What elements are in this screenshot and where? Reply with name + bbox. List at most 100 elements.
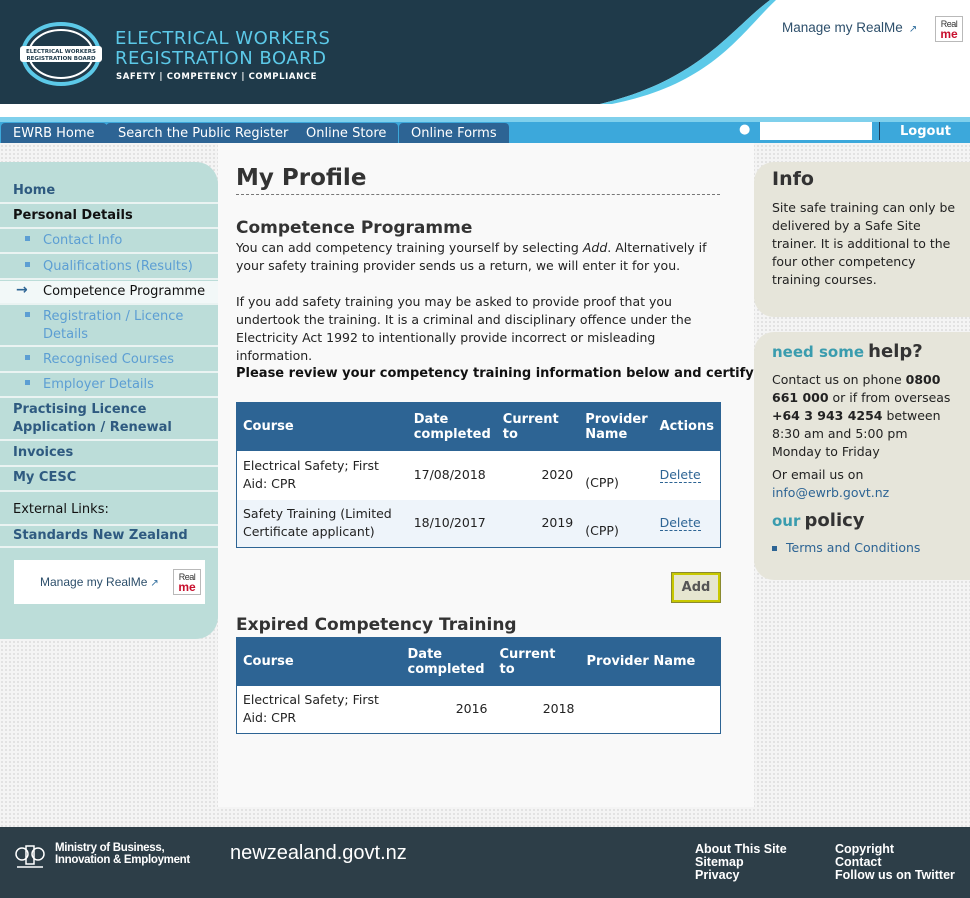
help-phone-intl: +64 3 943 4254 <box>772 408 883 423</box>
sidebar-item-label: Home <box>13 183 56 198</box>
table-row: Safety Training (Limited Certificate app… <box>236 499 721 548</box>
mbie-line1: Ministry of Business, <box>55 842 165 854</box>
column-header: Actions <box>653 402 721 451</box>
sidebar-item-personal-details[interactable]: Personal Details <box>0 205 218 229</box>
tab-online-forms[interactable]: Online Forms <box>399 123 509 143</box>
sidebar-item-practising-licence[interactable]: Practising Licence Application / Renewal <box>0 400 218 441</box>
column-header: Provider Name <box>579 402 654 451</box>
cell-course: Electrical Safety; First Aid: CPR <box>243 458 379 491</box>
sidebar-item-employer-details[interactable]: Employer Details <box>0 374 218 398</box>
footer-privacy-link[interactable]: Privacy <box>695 869 739 882</box>
ewrb-logo-icon: ELECTRICAL WORKERS REGISTRATION BOARD <box>20 22 102 86</box>
cell-provider: (CPP) <box>585 475 619 490</box>
nav-divider <box>879 122 880 140</box>
sidebar-item-competence-programme[interactable]: → Competence Programme <box>0 281 218 305</box>
logout-link[interactable]: Logout <box>900 124 951 139</box>
help-text-part1: Contact us on phone <box>772 372 906 387</box>
intro-text-add: Add <box>582 240 608 255</box>
terms-and-conditions-link[interactable]: Terms and Conditions <box>786 540 920 555</box>
section-heading-competence: Competence Programme <box>236 218 473 238</box>
tab-online-store[interactable]: Online Store <box>294 123 399 143</box>
sidebar-manage-realme-label: Manage my RealMe <box>40 575 148 589</box>
manage-realme-label: Manage my RealMe <box>782 20 903 35</box>
mbie-line2: Innovation & Employment <box>55 854 190 866</box>
cell-date: 17/08/2018 <box>413 467 486 482</box>
sidebar-item-label: Standards New Zealand <box>13 528 188 543</box>
org-name-line1: ELECTRICAL WORKERS <box>115 28 331 49</box>
bullet-icon <box>25 236 30 241</box>
help-heading-pre: need some <box>772 343 865 361</box>
site-header: ELECTRICAL WORKERS REGISTRATION BOARD EL… <box>0 0 970 117</box>
manage-realme-link[interactable]: Manage my RealMe ↗ <box>782 20 917 35</box>
cell-provider <box>581 686 721 734</box>
warning-paragraph: If you add safety training you may be as… <box>236 294 692 363</box>
cell-current-to: 2019 <box>496 499 580 548</box>
nz-coat-of-arms-icon <box>15 845 45 868</box>
cell-date: 2016 <box>455 701 488 717</box>
column-header: Current to <box>493 637 581 686</box>
sidebar-item-label: Practising Licence <box>13 402 147 417</box>
expired-training-table: Course Date completed Current to Provide… <box>236 637 721 734</box>
sidebar-item-contact-info[interactable]: Contact Info <box>0 230 218 254</box>
table-row: Electrical Safety; First Aid: CPR 17/08/… <box>237 451 721 500</box>
help-heading: need some help? <box>772 341 923 362</box>
username-field[interactable] <box>760 122 872 140</box>
sidebar-item-invoices[interactable]: Invoices <box>0 443 218 467</box>
bullet-icon <box>25 355 30 360</box>
info-title: Info <box>772 168 814 190</box>
tab-ewrb-home[interactable]: EWRB Home <box>1 123 107 143</box>
bullet-icon <box>772 546 777 551</box>
mbie-logo-text: Ministry of Business, Innovation & Employ… <box>55 842 190 866</box>
table-header-row: Course Date completed Current to Provide… <box>236 637 721 686</box>
column-header: Course <box>236 637 402 686</box>
sidebar-item-label: Invoices <box>13 445 74 460</box>
logo-small-line1: ELECTRICAL WORKERS <box>26 49 96 55</box>
sidebar-item-my-cesc[interactable]: My CESC <box>0 468 218 492</box>
help-text-part2: or if from overseas <box>828 390 951 405</box>
sidebar-item-label: Employer Details <box>43 377 154 392</box>
table-row: Electrical Safety; First Aid: CPR 2016 2… <box>237 686 721 734</box>
external-links-label: External Links: <box>0 500 218 522</box>
column-header: Provider Name <box>580 637 721 686</box>
help-email-link[interactable]: info@ewrb.govt.nz <box>772 485 889 500</box>
cell-current-to: 2020 <box>541 467 574 482</box>
sidebar-item-standards-nz[interactable]: Standards New Zealand <box>0 524 218 548</box>
realme-logo-icon[interactable]: Real me <box>935 16 963 42</box>
sidebar-item-label: Personal Details <box>13 208 133 223</box>
info-text: Site safe training can only be delivered… <box>772 200 956 287</box>
current-training-table: Course Date completed Current to Provide… <box>236 402 721 548</box>
column-header: Date completed <box>407 402 497 451</box>
sidebar-item-label: My CESC <box>13 470 77 485</box>
policy-heading: our policy <box>772 510 865 531</box>
sidebar-item-label-line2: Details <box>43 327 89 342</box>
help-email-label: Or email us on <box>772 467 864 482</box>
sidebar-item-recognised-courses[interactable]: Recognised Courses <box>0 349 218 373</box>
title-divider <box>236 194 720 195</box>
realme-badge-bottom: me <box>178 580 196 594</box>
sidebar-item-registration[interactable]: Registration / Licence Details <box>0 306 218 347</box>
nzgovt-logo-link[interactable]: newzealand.govt.nz <box>230 842 407 865</box>
bullet-icon <box>25 262 30 267</box>
sidebar-item-qualifications[interactable]: Qualifications (Results) <box>0 256 218 280</box>
realme-badge-bottom: me <box>940 27 958 41</box>
footer-twitter-link[interactable]: Follow us on Twitter <box>835 869 955 882</box>
column-header: Current to <box>496 402 580 451</box>
sidebar-item-label-line2: Application / Renewal <box>13 420 172 435</box>
delete-button[interactable]: Delete <box>659 515 701 532</box>
add-training-button[interactable]: Add <box>671 572 721 603</box>
column-header: Date completed <box>401 637 494 686</box>
realme-logo-icon[interactable]: Real me <box>173 569 201 595</box>
page-title: My Profile <box>236 165 367 191</box>
sidebar-item-home[interactable]: Home <box>0 180 218 204</box>
delete-button[interactable]: Delete <box>659 467 701 483</box>
sidebar-item-label: Qualifications (Results) <box>43 259 193 274</box>
sidebar-manage-realme-link[interactable]: Manage my RealMe ↗ <box>40 575 159 589</box>
cell-provider: (CPP) <box>579 499 654 548</box>
section-heading-expired: Expired Competency Training <box>236 615 517 635</box>
logo-small-line2: REGISTRATION BOARD <box>26 56 96 62</box>
bullet-icon <box>25 380 30 385</box>
help-heading-big: help? <box>868 341 923 362</box>
tab-search-public-register[interactable]: Search the Public Register <box>106 123 301 143</box>
cell-course: Electrical Safety; First Aid: CPR <box>243 692 379 726</box>
sidebar-item-label: Contact Info <box>43 233 123 248</box>
